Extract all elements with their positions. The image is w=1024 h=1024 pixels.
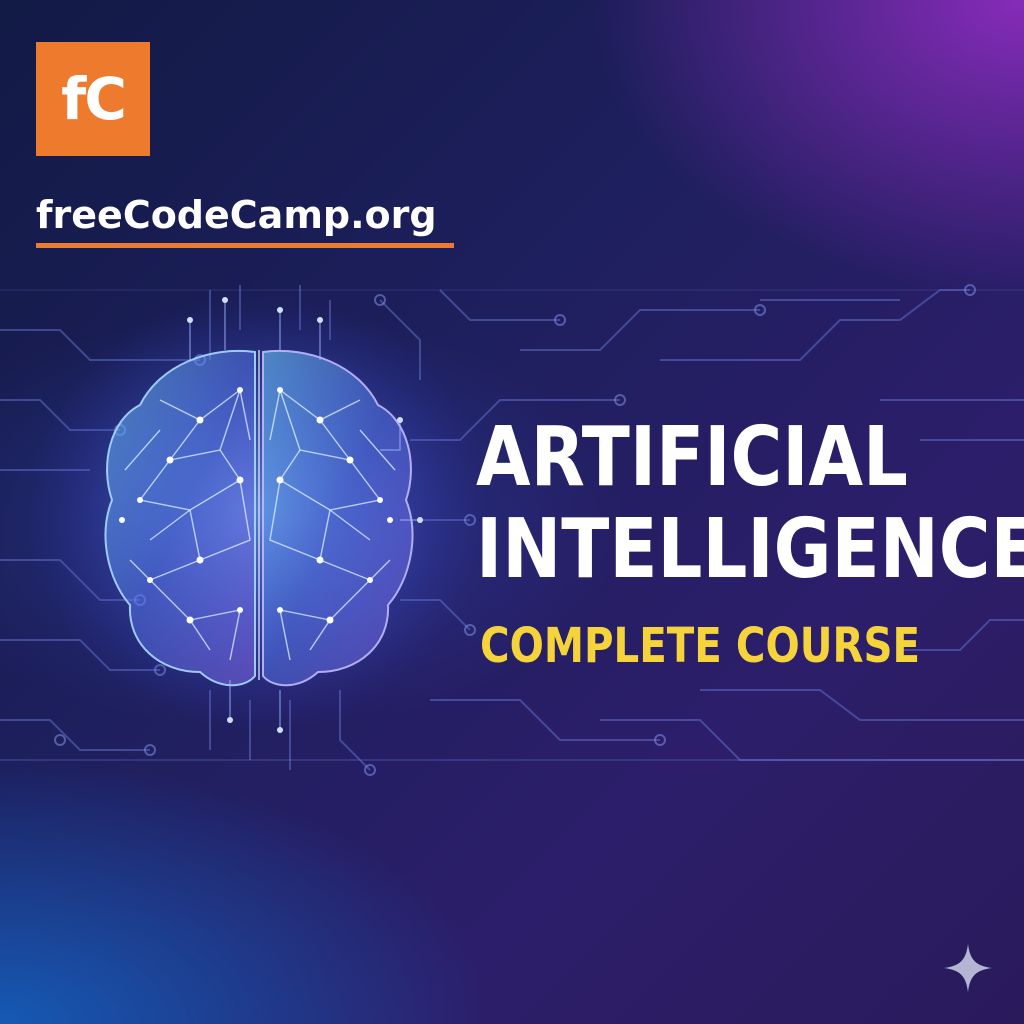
headline: ARTIFICIAL INTELLIGENCE: [476, 410, 1024, 597]
brain-network-icon: [104, 350, 414, 687]
brand-underline: [36, 243, 454, 248]
headline-line-2: INTELLIGENCE: [476, 502, 1024, 597]
freecodecamp-logo: fC: [36, 42, 150, 156]
logo-letters: fC: [61, 65, 127, 133]
sparkle-icon: [944, 944, 992, 992]
brand-name: freeCodeCamp.org: [36, 193, 437, 237]
subheadline: COMPLETE COURSE: [480, 618, 921, 674]
thumbnail-canvas: fC freeCodeCamp.org ARTIFICIAL INTELLIGE…: [0, 0, 1024, 1024]
headline-line-1: ARTIFICIAL: [476, 410, 908, 505]
